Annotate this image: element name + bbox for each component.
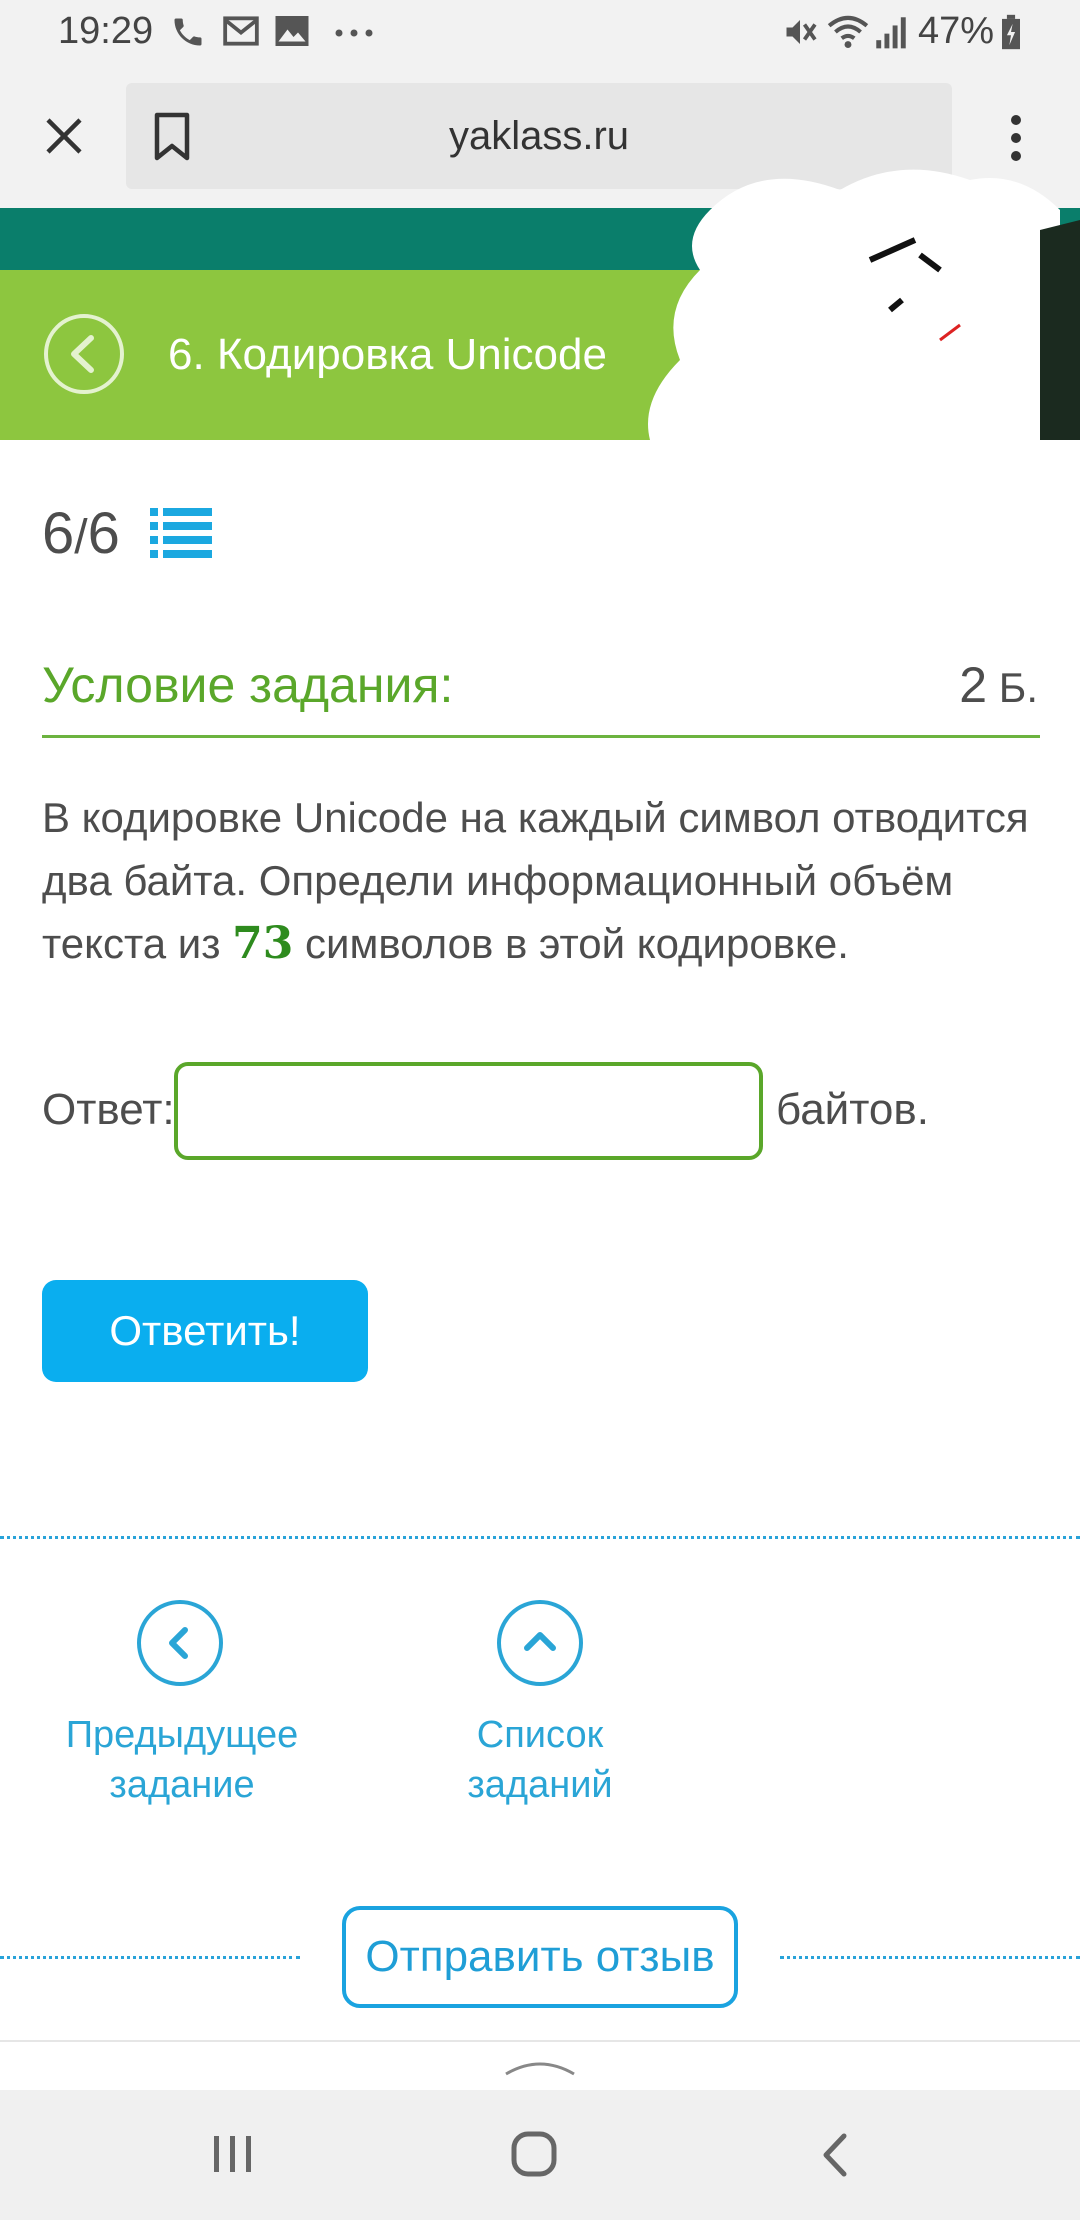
bookmark-icon[interactable] (152, 112, 192, 162)
previous-task-link[interactable]: Предыдущее задание (60, 1600, 304, 1820)
mute-icon (786, 20, 817, 44)
back-circle-icon[interactable] (42, 312, 126, 396)
mail-icon (223, 16, 259, 46)
scroll-up-caret-icon[interactable] (504, 2054, 576, 2078)
points-badge: 2 Б. (959, 656, 1038, 714)
signal-icon (876, 17, 906, 49)
phone-icon (174, 18, 202, 46)
wifi-icon (827, 15, 869, 49)
battery-percent: 47% (918, 10, 995, 52)
list-label[interactable]: Список заданий (400, 1710, 680, 1810)
condition-heading: Условие задания: (42, 657, 454, 713)
more-dots-icon (335, 29, 373, 37)
answer-unit: байтов. (776, 1085, 929, 1134)
prev-label-line1: Предыдущее (65, 1714, 299, 1756)
points-value: 2 (959, 657, 988, 713)
task-text-part2: символов в этой кодировке. (293, 920, 849, 967)
send-feedback-button[interactable]: Отправить отзыв (342, 1906, 738, 2008)
counter-slash: / (74, 511, 88, 564)
status-bar: 19:29 47% (0, 0, 1080, 66)
submit-answer-button[interactable]: Ответить! (42, 1280, 368, 1382)
feedback-line-right (780, 1956, 1080, 1959)
answer-label: Ответ: (42, 1085, 175, 1134)
answer-input[interactable] (174, 1062, 763, 1160)
image-icon (275, 16, 309, 46)
chevron-up-icon (524, 1632, 556, 1651)
status-time: 19:29 (58, 10, 154, 52)
battery-icon (1002, 14, 1020, 50)
list-icon[interactable] (150, 506, 212, 560)
system-nav-bar (0, 2090, 1080, 2220)
recent-apps-icon[interactable] (210, 2134, 256, 2174)
list-circle[interactable] (497, 1600, 583, 1686)
condition-divider (42, 735, 1040, 738)
chevron-left-icon (169, 1627, 188, 1659)
bottom-divider (0, 2040, 1080, 2042)
task-number: 73 (232, 918, 294, 969)
counter-total: 6 (87, 501, 120, 566)
task-text: В кодировке Unicode на каждый символ отв… (42, 786, 1042, 975)
prev-label[interactable]: Предыдущее задание (60, 1710, 304, 1810)
prev-label-line2: задание (109, 1764, 255, 1806)
back-nav-icon[interactable] (818, 2132, 854, 2178)
feedback-line-left (0, 1956, 300, 1959)
task-list-link[interactable]: Список заданий (400, 1600, 680, 1806)
scribble-overlay (648, 169, 1080, 440)
points-unit: Б. (987, 664, 1038, 711)
topic-title: 6. Кодировка Unicode (168, 330, 607, 379)
close-icon[interactable] (44, 116, 84, 156)
home-icon[interactable] (510, 2130, 558, 2178)
task-counter: 6/6 (42, 500, 120, 567)
prev-circle[interactable] (137, 1600, 223, 1686)
nav-separator (0, 1536, 1080, 1539)
counter-current: 6 (42, 501, 75, 566)
